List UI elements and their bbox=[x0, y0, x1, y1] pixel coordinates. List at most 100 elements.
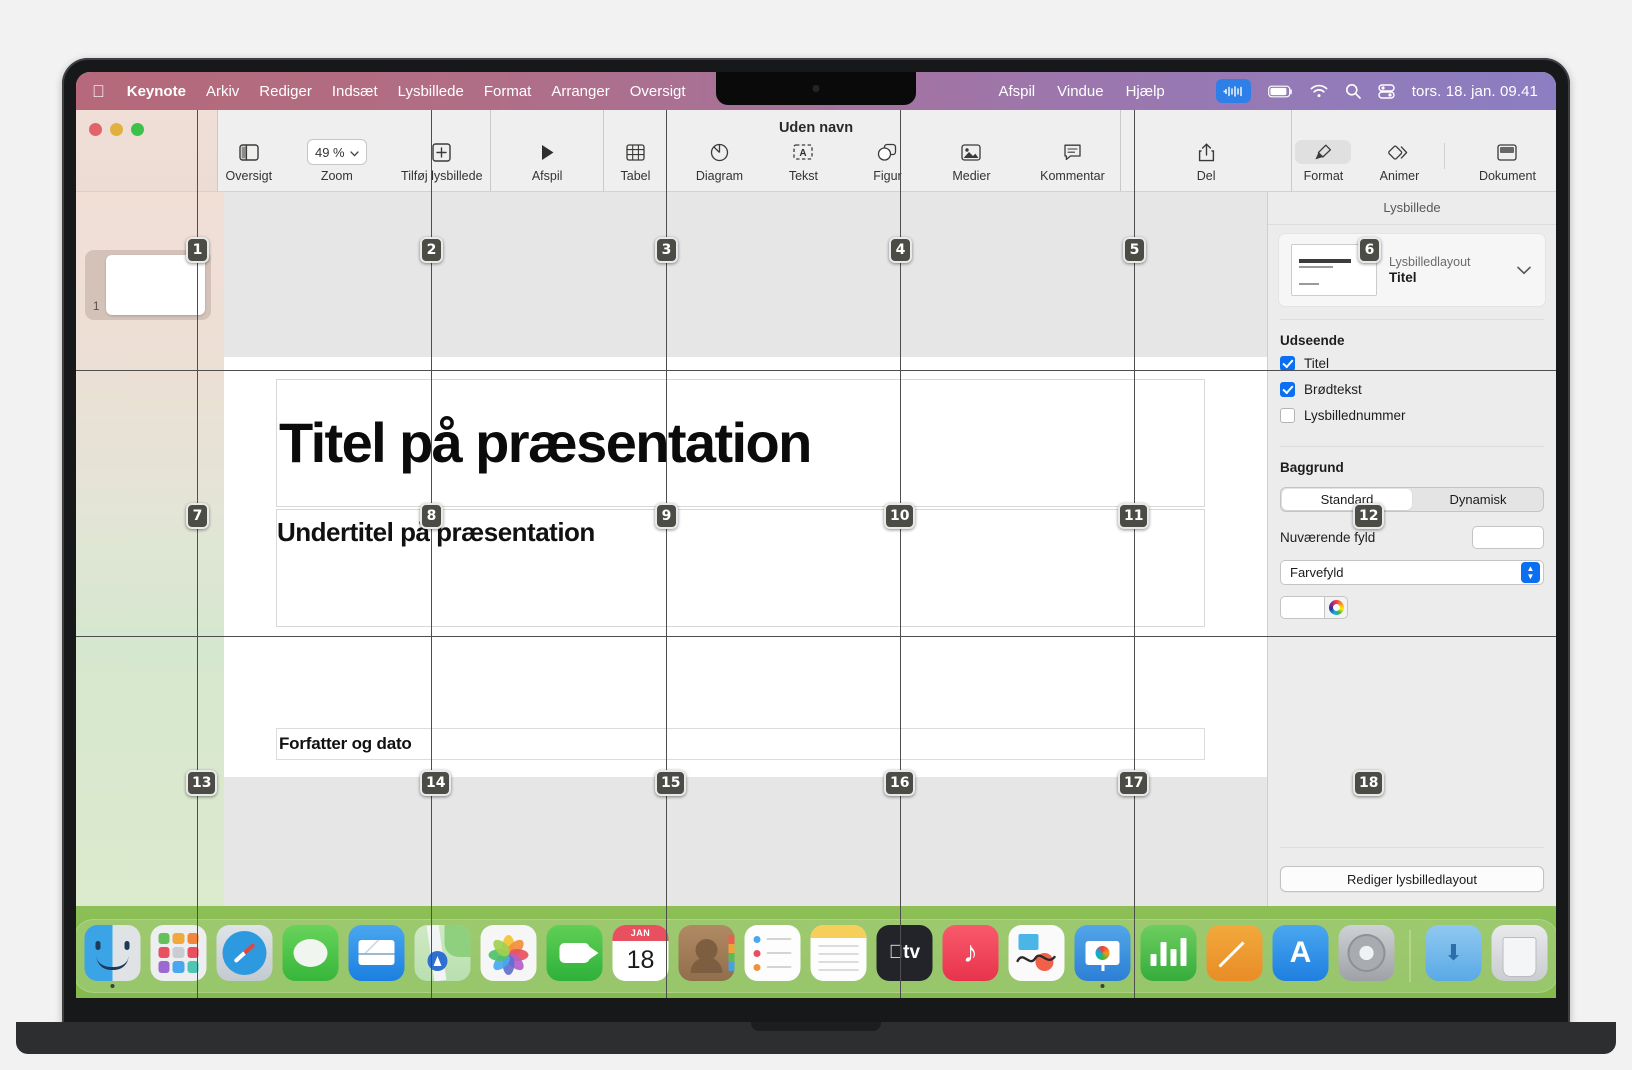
background-segmented-control[interactable]: Standard Dynamisk bbox=[1280, 487, 1544, 512]
body-checkbox[interactable] bbox=[1280, 382, 1295, 397]
safari-icon bbox=[216, 924, 273, 981]
view-button[interactable]: Oversigt bbox=[218, 140, 280, 183]
dock: JAN 18 tv ♪ A ⬇ bbox=[76, 919, 1556, 993]
title-placeholder[interactable]: Titel på præsentation bbox=[276, 379, 1205, 507]
fullscreen-button[interactable] bbox=[131, 123, 144, 136]
dock-item-numbers[interactable] bbox=[1140, 924, 1198, 988]
appletv-icon: tv bbox=[876, 924, 933, 981]
author-placeholder[interactable]: Forfatter og dato bbox=[276, 728, 1205, 760]
dock-item-calendar[interactable]: JAN 18 bbox=[612, 924, 670, 988]
dock-item-trash[interactable] bbox=[1491, 924, 1549, 988]
comment-button[interactable]: Kommentar bbox=[1024, 140, 1120, 183]
slide-thumbnail-selected[interactable]: 1 bbox=[85, 250, 212, 320]
slide-editing-area[interactable]: Titel på præsentation Undertitel på præs… bbox=[224, 357, 1267, 777]
media-button[interactable]: Medier bbox=[940, 140, 1002, 183]
menu-rediger[interactable]: Rediger bbox=[259, 83, 312, 100]
battery-icon[interactable] bbox=[1267, 85, 1293, 98]
slide-thumbnail-1[interactable] bbox=[106, 255, 206, 315]
shape-button[interactable]: Figur bbox=[856, 140, 918, 183]
menu-indsaet[interactable]: Indsæt bbox=[332, 83, 378, 100]
dock-item-pages[interactable] bbox=[1206, 924, 1264, 988]
toolbar-divider bbox=[1444, 143, 1446, 169]
slide-navigator[interactable]: 1 bbox=[76, 192, 224, 906]
menu-hjaelp[interactable]: Hjælp bbox=[1126, 83, 1165, 100]
apple-logo-icon[interactable]:  bbox=[92, 83, 105, 100]
menu-keynote[interactable]: Keynote bbox=[127, 83, 186, 100]
format-button[interactable]: Format bbox=[1292, 140, 1354, 183]
wifi-icon[interactable] bbox=[1310, 84, 1328, 98]
document-label: Dokument bbox=[1478, 169, 1536, 183]
share-label: Del bbox=[1196, 169, 1216, 183]
chart-button[interactable]: Diagram bbox=[688, 140, 750, 183]
subtitle-placeholder[interactable]: Undertitel på præsentation bbox=[276, 509, 1205, 627]
dock-item-freeform[interactable] bbox=[1008, 924, 1066, 988]
dock-item-mail[interactable] bbox=[348, 924, 406, 988]
control-center-icon[interactable] bbox=[1378, 83, 1395, 99]
inspector-footer: Rediger lysbilledlayout bbox=[1268, 847, 1556, 906]
facetime-icon bbox=[546, 924, 603, 981]
segment-standard[interactable]: Standard bbox=[1282, 489, 1412, 510]
slide-layout-card[interactable]: Lysbilledlayout Titel bbox=[1278, 233, 1546, 307]
slide-thumbnail-row[interactable]: 1 bbox=[85, 250, 212, 320]
freeform-icon bbox=[1008, 924, 1065, 981]
search-icon[interactable] bbox=[1345, 83, 1361, 99]
fill-color-row[interactable] bbox=[1280, 596, 1544, 619]
dock-item-contacts[interactable] bbox=[678, 924, 736, 988]
laptop-frame:  Keynote Arkiv Rediger Indsæt Lysbilled… bbox=[16, 58, 1616, 1054]
dock-item-finder[interactable] bbox=[84, 924, 142, 988]
edit-slide-layout-button[interactable]: Rediger lysbilledlayout bbox=[1280, 866, 1544, 892]
menu-afspil[interactable]: Afspil bbox=[998, 83, 1035, 100]
dock-item-appstore[interactable]: A bbox=[1272, 924, 1330, 988]
music-note-glyph: ♪ bbox=[963, 935, 978, 969]
calendar-month: JAN bbox=[612, 924, 669, 941]
dock-item-maps[interactable] bbox=[414, 924, 472, 988]
dock-item-safari[interactable] bbox=[216, 924, 274, 988]
play-button[interactable]: Afspil bbox=[516, 140, 578, 183]
title-checkbox[interactable] bbox=[1280, 356, 1295, 371]
dock-item-reminders[interactable] bbox=[744, 924, 802, 988]
dock-item-settings[interactable] bbox=[1338, 924, 1396, 988]
add-slide-button[interactable]: Tilføj lysbillede bbox=[394, 140, 490, 183]
text-button[interactable]: A Tekst bbox=[772, 140, 834, 183]
slide-number-checkbox[interactable] bbox=[1280, 408, 1295, 423]
dock-item-photos[interactable] bbox=[480, 924, 538, 988]
menu-oversigt[interactable]: Oversigt bbox=[630, 83, 686, 100]
dock-item-messages[interactable] bbox=[282, 924, 340, 988]
slide-number-label: 1 bbox=[93, 301, 100, 313]
current-fill-swatch[interactable] bbox=[1472, 526, 1544, 549]
menu-arranger[interactable]: Arranger bbox=[551, 83, 609, 100]
dock-item-music[interactable]: ♪ bbox=[942, 924, 1000, 988]
dock-item-downloads[interactable]: ⬇ bbox=[1425, 924, 1483, 988]
document-button[interactable]: Dokument bbox=[1459, 140, 1555, 183]
zoom-select[interactable]: 49 % bbox=[306, 139, 367, 165]
appletv-label: tv bbox=[896, 941, 920, 963]
dock-item-facetime[interactable] bbox=[546, 924, 604, 988]
sound-waveform-icon[interactable] bbox=[1215, 79, 1251, 103]
fill-type-select[interactable]: Farvefyld ▲ ▼ bbox=[1280, 560, 1544, 585]
zoom-control[interactable]: 49 % Zoom bbox=[306, 139, 368, 183]
animate-button[interactable]: Animer bbox=[1368, 140, 1430, 183]
share-button[interactable]: Del bbox=[1175, 140, 1237, 183]
menu-bar-clock[interactable]: tors. 18. jan. 09.41 bbox=[1412, 83, 1538, 100]
chevron-down-icon[interactable] bbox=[1517, 262, 1533, 279]
menu-arkiv[interactable]: Arkiv bbox=[206, 83, 239, 100]
dock-item-keynote[interactable] bbox=[1074, 924, 1132, 988]
menu-format[interactable]: Format bbox=[484, 83, 532, 100]
slide-canvas[interactable]: Titel på præsentation Undertitel på præs… bbox=[224, 192, 1267, 906]
close-button[interactable] bbox=[89, 123, 102, 136]
checkbox-row-slide-number[interactable]: Lysbillednummer bbox=[1280, 408, 1556, 423]
color-wheel-button[interactable] bbox=[1324, 596, 1348, 619]
share-icon bbox=[1198, 140, 1215, 164]
segment-dynamic[interactable]: Dynamisk bbox=[1413, 488, 1543, 511]
minimize-button[interactable] bbox=[110, 123, 123, 136]
dock-item-appletv[interactable]: tv bbox=[876, 924, 934, 988]
menu-vindue[interactable]: Vindue bbox=[1057, 83, 1103, 100]
dock-item-notes[interactable] bbox=[810, 924, 868, 988]
dock-item-launchpad[interactable] bbox=[150, 924, 208, 988]
table-button[interactable]: Tabel bbox=[604, 140, 666, 183]
title-checkbox-label: Titel bbox=[1304, 356, 1330, 371]
fill-color-swatch[interactable] bbox=[1280, 596, 1324, 619]
checkbox-row-body[interactable]: Brødtekst bbox=[1280, 382, 1556, 397]
menu-lysbillede[interactable]: Lysbillede bbox=[398, 83, 464, 100]
checkbox-row-title[interactable]: Titel bbox=[1280, 356, 1556, 371]
